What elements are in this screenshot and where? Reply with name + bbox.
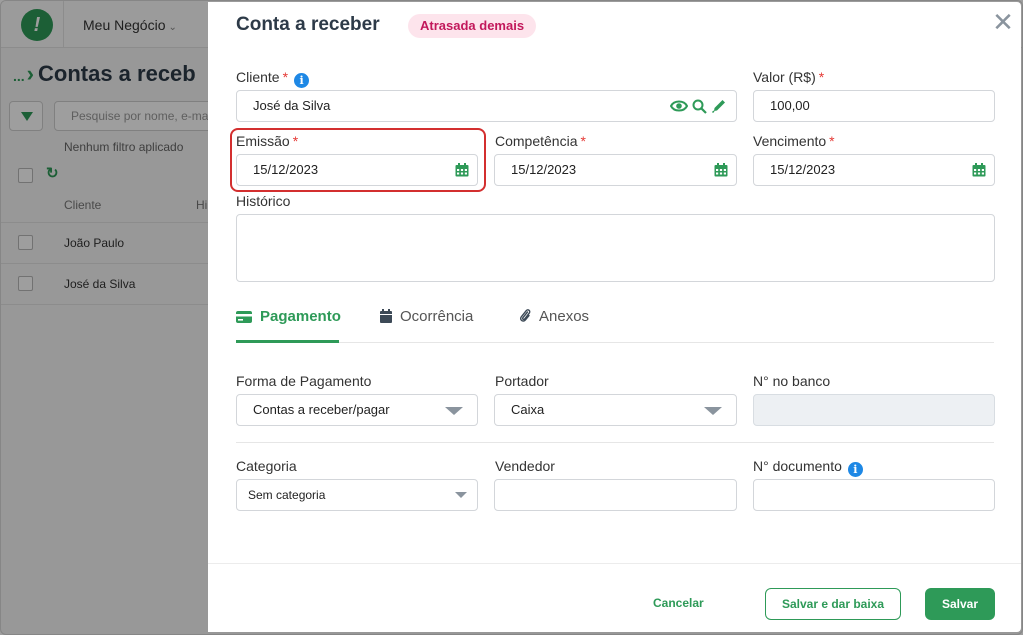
tab-pagamento[interactable]: Pagamento — [236, 308, 341, 343]
section-divider — [236, 442, 994, 443]
cliente-label: Cliente * i — [236, 69, 310, 88]
forma-pagamento-value: Contas a receber/pagar — [253, 402, 390, 417]
vencimento-date-input[interactable]: 15/12/2023 — [753, 154, 995, 186]
competencia-date-input[interactable]: 15/12/2023 — [494, 154, 737, 186]
vencimento-value: 15/12/2023 — [770, 162, 836, 177]
tab-anexos-label: Anexos — [539, 308, 590, 325]
tab-ocorrencia-label: Ocorrência — [400, 308, 474, 325]
valor-label-text: Valor (R$) — [753, 69, 816, 85]
valor-input[interactable]: 100,00 — [753, 90, 995, 122]
required-mark: * — [829, 133, 835, 149]
portador-select[interactable]: Caixa — [494, 394, 737, 426]
paperclip-icon — [519, 309, 531, 322]
required-mark: * — [292, 133, 299, 149]
cliente-value: José da Silva — [253, 98, 331, 113]
save-button[interactable]: Salvar — [925, 588, 995, 620]
competencia-label-text: Competência — [495, 133, 578, 149]
numero-documento-label-text: N° documento — [753, 458, 842, 474]
cancel-button[interactable]: Cancelar — [653, 596, 704, 610]
categoria-label: Categoria — [236, 458, 297, 474]
numero-documento-input[interactable] — [753, 479, 995, 511]
status-badge: Atrasada demais — [408, 14, 537, 38]
forma-pagamento-select[interactable]: Contas a receber/pagar — [236, 394, 478, 426]
receivable-modal: Conta a receber Atrasada demais ✕ Client… — [208, 2, 1021, 632]
competencia-value: 15/12/2023 — [511, 162, 577, 177]
credit-card-icon — [236, 311, 252, 323]
numero-documento-label: N° documento i — [753, 458, 863, 477]
required-mark: * — [818, 69, 825, 85]
calendar-icon[interactable] — [972, 163, 986, 177]
vencimento-label-text: Vencimento — [753, 133, 827, 149]
valor-value: 100,00 — [770, 98, 810, 113]
calendar-icon — [380, 309, 392, 323]
competencia-label: Competência * — [495, 133, 586, 149]
tab-bar: Pagamento Ocorrência Anexos — [236, 308, 994, 343]
numero-banco-input — [753, 394, 995, 426]
modal-title: Conta a receber — [236, 14, 380, 35]
chevron-down-icon — [455, 492, 467, 498]
emissao-date-input[interactable]: 15/12/2023 — [236, 154, 478, 186]
chevron-down-icon — [445, 407, 463, 415]
categoria-select[interactable]: Sem categoria — [236, 479, 478, 511]
pencil-icon[interactable] — [711, 98, 727, 114]
tab-ocorrencia[interactable]: Ocorrência — [380, 308, 473, 343]
emissao-label: Emissão * — [236, 133, 298, 149]
portador-label: Portador — [495, 373, 549, 389]
valor-label: Valor (R$) * — [753, 69, 824, 85]
eye-icon[interactable] — [670, 99, 688, 113]
tab-anexos[interactable]: Anexos — [519, 308, 589, 343]
required-mark: * — [580, 133, 586, 149]
save-and-settle-button[interactable]: Salvar e dar baixa — [765, 588, 901, 620]
required-mark: * — [282, 69, 289, 85]
numero-banco-label: N° no banco — [753, 373, 831, 389]
footer-divider — [208, 563, 1021, 564]
cliente-field[interactable]: José da Silva — [236, 90, 737, 122]
tab-pagamento-label: Pagamento — [260, 308, 341, 325]
calendar-icon[interactable] — [714, 163, 728, 177]
categoria-value: Sem categoria — [248, 488, 326, 502]
cliente-label-text: Cliente — [236, 69, 280, 85]
info-icon[interactable]: i — [294, 73, 310, 88]
close-icon[interactable]: ✕ — [991, 9, 1015, 35]
search-icon[interactable] — [692, 99, 707, 114]
info-icon[interactable]: i — [847, 462, 863, 477]
historico-textarea[interactable] — [236, 214, 995, 282]
chevron-down-icon — [704, 407, 722, 415]
calendar-icon[interactable] — [455, 163, 469, 177]
emissao-value: 15/12/2023 — [253, 162, 319, 177]
vendedor-label: Vendedor — [495, 458, 555, 474]
forma-pagamento-label: Forma de Pagamento — [236, 373, 372, 389]
historico-label: Histórico — [236, 193, 291, 209]
portador-value: Caixa — [511, 402, 545, 417]
vendedor-input[interactable] — [494, 479, 737, 511]
vencimento-label: Vencimento * — [753, 133, 835, 149]
emissao-label-text: Emissão — [236, 133, 290, 149]
